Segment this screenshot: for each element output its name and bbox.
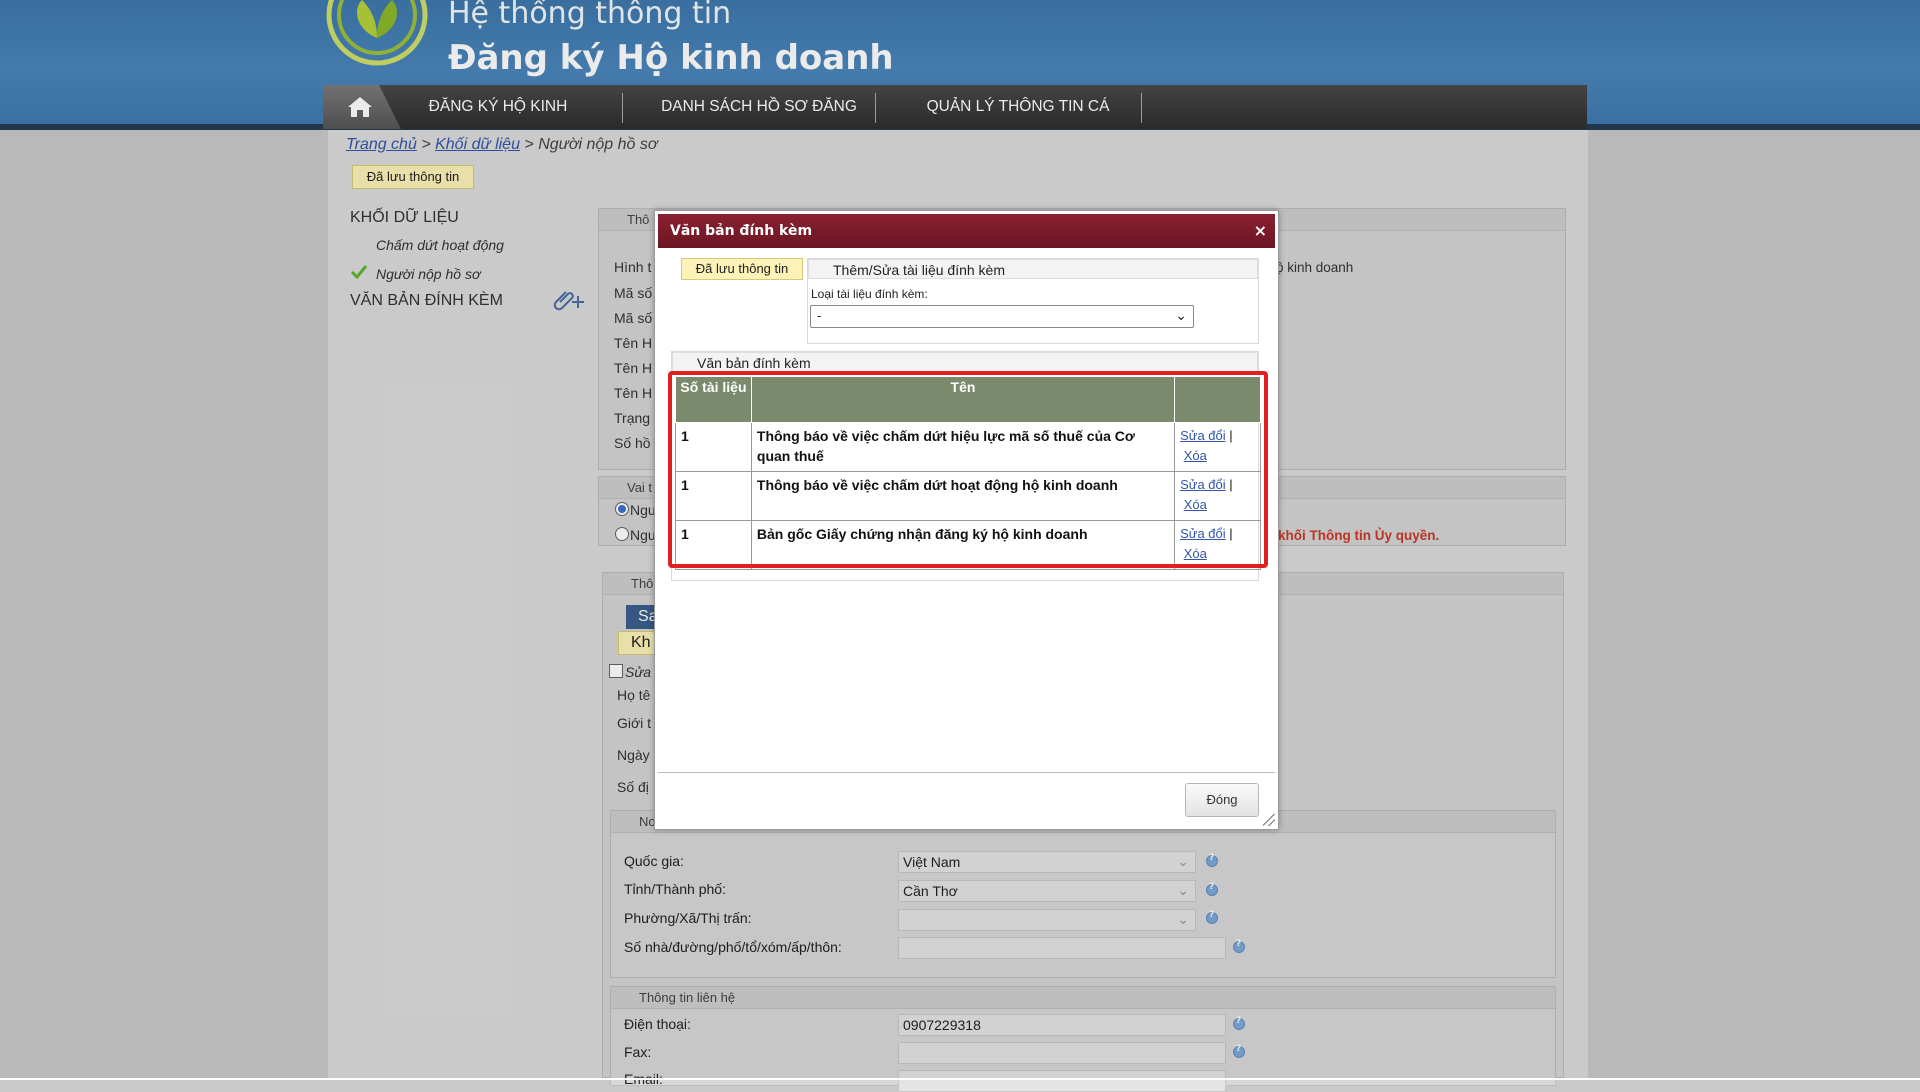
attachments-list-legend: Văn bản đính kèm — [672, 352, 1258, 372]
close-icon[interactable]: × — [1254, 214, 1267, 248]
attachment-type-label: Loại tài liệu đính kèm: — [811, 287, 928, 301]
attachments-dialog: Văn bản đính kèm × Đã lưu thông tin Thêm… — [654, 210, 1279, 830]
add-attachment-legend: Thêm/Sửa tài liệu đính kèm — [808, 259, 1258, 279]
dialog-footer-divider — [658, 772, 1275, 773]
resize-handle-icon[interactable] — [1263, 814, 1275, 826]
attachment-type-select[interactable]: - ⌄ — [810, 305, 1194, 328]
attachment-type-value: - — [817, 308, 822, 323]
dialog-title-bar: Văn bản đính kèm × — [658, 214, 1275, 248]
dialog-title: Văn bản đính kèm — [670, 223, 813, 239]
highlight-box — [668, 371, 1268, 568]
close-button[interactable]: Đóng — [1185, 783, 1259, 817]
chevron-down-icon: ⌄ — [1175, 307, 1187, 323]
saved-status-badge: Đã lưu thông tin — [681, 258, 803, 280]
